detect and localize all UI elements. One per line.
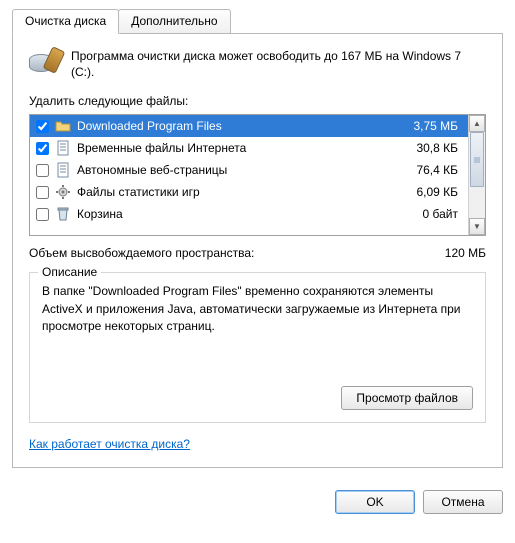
item-checkbox[interactable]	[36, 186, 49, 199]
item-size: 0 байт	[394, 207, 464, 221]
ok-button[interactable]: OK	[335, 490, 415, 514]
item-name: Временные файлы Интернета	[77, 141, 394, 155]
disk-cleanup-icon	[29, 48, 61, 80]
item-name: Корзина	[77, 207, 394, 221]
tab-page-cleanup: Программа очистки диска может освободить…	[12, 33, 503, 468]
item-checkbox[interactable]	[36, 164, 49, 177]
intro-text: Программа очистки диска может освободить…	[71, 48, 486, 80]
scroll-track[interactable]	[469, 132, 485, 218]
list-item[interactable]: Файлы статистики игр6,09 КБ	[30, 181, 468, 203]
list-item[interactable]: Корзина0 байт	[30, 203, 468, 225]
intro-block: Программа очистки диска может освободить…	[29, 48, 486, 80]
item-size: 6,09 КБ	[394, 185, 464, 199]
list-item[interactable]: Временные файлы Интернета30,8 КБ	[30, 137, 468, 159]
item-name: Автономные веб-страницы	[77, 163, 394, 177]
item-size: 3,75 МБ	[394, 119, 464, 133]
description-group: Описание В папке "Downloaded Program Fil…	[29, 272, 486, 423]
scroll-down-button[interactable]: ▼	[469, 218, 485, 235]
gear-icon	[55, 184, 71, 200]
tab-strip: Очистка диска Дополнительно	[12, 8, 503, 33]
scroll-up-button[interactable]: ▲	[469, 115, 485, 132]
item-size: 30,8 КБ	[394, 141, 464, 155]
page-icon	[55, 162, 71, 178]
item-name: Файлы статистики игр	[77, 185, 394, 199]
total-line: Объем высвобождаемого пространства: 120 …	[29, 246, 486, 260]
description-text: В папке "Downloaded Program Files" време…	[42, 283, 473, 378]
item-checkbox[interactable]	[36, 120, 49, 133]
scrollbar[interactable]: ▲ ▼	[468, 115, 485, 235]
view-files-button[interactable]: Просмотр файлов	[341, 386, 473, 410]
bin-icon	[55, 206, 71, 222]
total-label: Объем высвобождаемого пространства:	[29, 246, 445, 260]
tab-advanced[interactable]: Дополнительно	[118, 9, 230, 34]
folder-icon	[55, 118, 71, 134]
file-list: Downloaded Program Files3,75 МБВременные…	[29, 114, 486, 236]
cancel-button[interactable]: Отмена	[423, 490, 503, 514]
total-value: 120 МБ	[445, 246, 486, 260]
description-title: Описание	[38, 265, 101, 279]
delete-files-label: Удалить следующие файлы:	[29, 94, 486, 108]
how-cleanup-works-link[interactable]: Как работает очистка диска?	[29, 437, 190, 451]
list-item[interactable]: Downloaded Program Files3,75 МБ	[30, 115, 468, 137]
item-name: Downloaded Program Files	[77, 119, 394, 133]
disk-cleanup-dialog: Очистка диска Дополнительно Программа оч…	[0, 0, 515, 480]
scroll-thumb[interactable]	[470, 132, 484, 187]
dialog-footer: OK Отмена	[0, 480, 515, 524]
item-checkbox[interactable]	[36, 142, 49, 155]
page-icon	[55, 140, 71, 156]
item-checkbox[interactable]	[36, 208, 49, 221]
item-size: 76,4 КБ	[394, 163, 464, 177]
list-item[interactable]: Автономные веб-страницы76,4 КБ	[30, 159, 468, 181]
tab-cleanup[interactable]: Очистка диска	[12, 9, 119, 34]
